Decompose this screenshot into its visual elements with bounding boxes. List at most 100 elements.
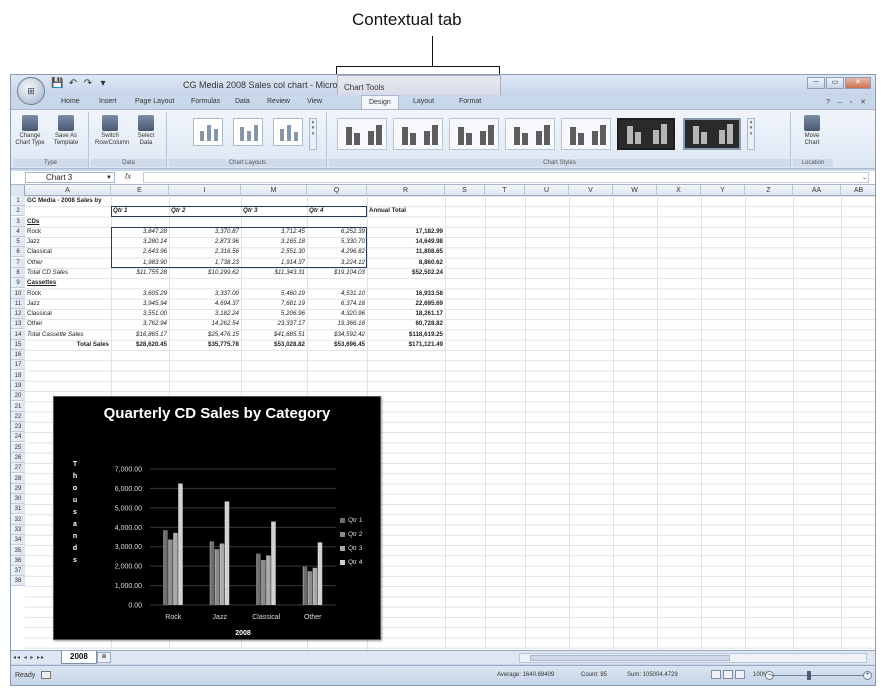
row-header[interactable]: 7 (11, 257, 25, 268)
chart-plot[interactable]: 0.00 1,000.00 2,000.00 3,000.00 4,000.00 5,00… (54, 397, 382, 641)
cell[interactable]: 3,182.24 (171, 309, 239, 319)
column-header[interactable]: M (241, 185, 307, 196)
cell[interactable]: 3,945.94 (113, 299, 167, 309)
row-header[interactable]: 16 (11, 350, 25, 361)
row-header[interactable]: 36 (11, 555, 25, 566)
cell[interactable]: $16,865.17 (113, 330, 167, 340)
cell[interactable]: 3,605.29 (113, 289, 167, 299)
cell[interactable]: $10,299.62 (171, 268, 239, 278)
expand-formula-bar-icon[interactable]: ⌄ (862, 174, 867, 181)
row-header[interactable]: 15 (11, 339, 25, 350)
row-header[interactable]: 2 (11, 206, 25, 217)
page-break-view-button[interactable] (735, 670, 745, 679)
cell[interactable]: 14,262.54 (171, 319, 239, 329)
customize-qat-icon[interactable]: ▾ (97, 78, 108, 89)
column-header[interactable]: I (169, 185, 241, 196)
row-header[interactable]: 17 (11, 360, 25, 371)
macro-record-icon[interactable] (41, 671, 51, 679)
column-header[interactable]: A (25, 185, 111, 196)
cell[interactable]: Total Sales (27, 340, 109, 350)
cell[interactable]: $41,685.51 (243, 330, 305, 340)
chart-style-7-selected[interactable] (683, 118, 741, 150)
row-header[interactable]: 3 (11, 216, 25, 227)
cell[interactable]: Total CD Sales (27, 268, 109, 278)
redo-icon[interactable]: ↷ (82, 78, 93, 89)
column-header[interactable]: AB (841, 185, 875, 196)
cell[interactable]: 22,695.69 (369, 299, 443, 309)
cell[interactable]: $35,775.78 (171, 340, 239, 350)
cell[interactable]: 3,337.00 (171, 289, 239, 299)
row-header[interactable]: 11 (11, 298, 25, 309)
row-header[interactable]: 10 (11, 288, 25, 299)
row-header[interactable]: 25 (11, 442, 25, 453)
row-header[interactable]: 5 (11, 237, 25, 248)
row-header[interactable]: 31 (11, 504, 25, 515)
cell[interactable]: Classical (27, 247, 109, 257)
cell[interactable]: CDs (27, 217, 109, 227)
cell[interactable]: Other (27, 319, 109, 329)
cell[interactable]: 8,860.62 (369, 258, 443, 268)
cell[interactable]: 5,460.19 (243, 289, 305, 299)
cell[interactable]: 4,320.96 (309, 309, 365, 319)
undo-icon[interactable]: ↶ (67, 78, 78, 89)
row-header[interactable]: 1 (11, 196, 25, 206)
legend-entry[interactable]: Qtr 3 (340, 545, 362, 552)
column-header[interactable]: U (525, 185, 569, 196)
zoom-slider-knob[interactable] (807, 671, 811, 680)
cell[interactable]: 17,182.99 (369, 227, 443, 237)
cell[interactable]: 19,366.18 (309, 319, 365, 329)
row-header[interactable]: 14 (11, 329, 25, 340)
cell[interactable]: Other (27, 258, 109, 268)
column-header[interactable]: Z (745, 185, 793, 196)
sheet-tab-2008[interactable]: 2008 (61, 651, 97, 664)
row-header[interactable]: 37 (11, 566, 25, 577)
row-header[interactable]: 24 (11, 432, 25, 443)
normal-view-button[interactable] (711, 670, 721, 679)
cell[interactable]: $34,592.42 (309, 330, 365, 340)
cell[interactable]: Jazz (27, 237, 109, 247)
cell[interactable]: 16,933.58 (369, 289, 443, 299)
row-header[interactable]: 28 (11, 473, 25, 484)
column-header[interactable]: Y (701, 185, 745, 196)
cell[interactable]: 5,206.96 (243, 309, 305, 319)
chart-style-1[interactable] (337, 118, 387, 150)
column-header[interactable]: X (657, 185, 701, 196)
cell[interactable]: Jazz (27, 299, 109, 309)
row-header[interactable]: 13 (11, 319, 25, 330)
chart-legend[interactable]: Qtr 1 Qtr 2 Qtr 3 Qtr 4 (340, 517, 362, 573)
office-button[interactable]: ⊞ (17, 77, 45, 105)
chart-style-4[interactable] (505, 118, 555, 150)
chart-styles-more[interactable]: ▴ ▾ ▾ (747, 118, 755, 150)
worksheet-grid[interactable]: A E I M Q R S T U V W X Y Z AA AB 1 2 3 4 5 6 7 8 9 10 11 12 13 14 15… (11, 185, 875, 650)
horizontal-scroll-thumb[interactable] (530, 655, 730, 661)
page-layout-view-button[interactable] (723, 670, 733, 679)
cell[interactable]: $53,696.45 (309, 340, 365, 350)
column-header[interactable]: Q (307, 185, 367, 196)
row-header[interactable]: 8 (11, 267, 25, 278)
formula-input[interactable]: ⌄ (143, 172, 869, 183)
cell[interactable]: GC Media - 2008 Sales by (27, 196, 239, 206)
cell[interactable]: $19,104.03 (309, 268, 365, 278)
zoom-in-button[interactable]: + (863, 671, 872, 680)
cell[interactable]: 3,551.00 (113, 309, 167, 319)
cell[interactable]: Rock (27, 227, 109, 237)
row-header[interactable]: 38 (11, 576, 25, 587)
name-box[interactable]: Chart 3 ▼ (25, 172, 115, 183)
row-header[interactable]: 33 (11, 524, 25, 535)
minimize-button[interactable]: ─ (807, 77, 825, 89)
row-header[interactable]: 18 (11, 370, 25, 381)
cell[interactable]: $118,619.25 (369, 330, 443, 340)
cell[interactable]: $28,620.45 (113, 340, 167, 350)
select-data-button[interactable]: Select Data (131, 114, 161, 154)
cell[interactable]: $53,028.82 (243, 340, 305, 350)
row-header[interactable]: 12 (11, 309, 25, 320)
cell[interactable]: $11,755.28 (113, 268, 167, 278)
legend-entry[interactable]: Qtr 2 (340, 531, 362, 538)
row-header[interactable]: 29 (11, 483, 25, 494)
zoom-slider-track[interactable] (771, 675, 867, 676)
insert-function-icon[interactable]: fx (125, 172, 131, 181)
tab-formulas[interactable]: Formulas (191, 98, 220, 105)
cell[interactable]: $11,343.31 (243, 268, 305, 278)
chart-style-6[interactable] (617, 118, 675, 150)
name-box-dropdown-icon[interactable]: ▼ (106, 173, 112, 183)
